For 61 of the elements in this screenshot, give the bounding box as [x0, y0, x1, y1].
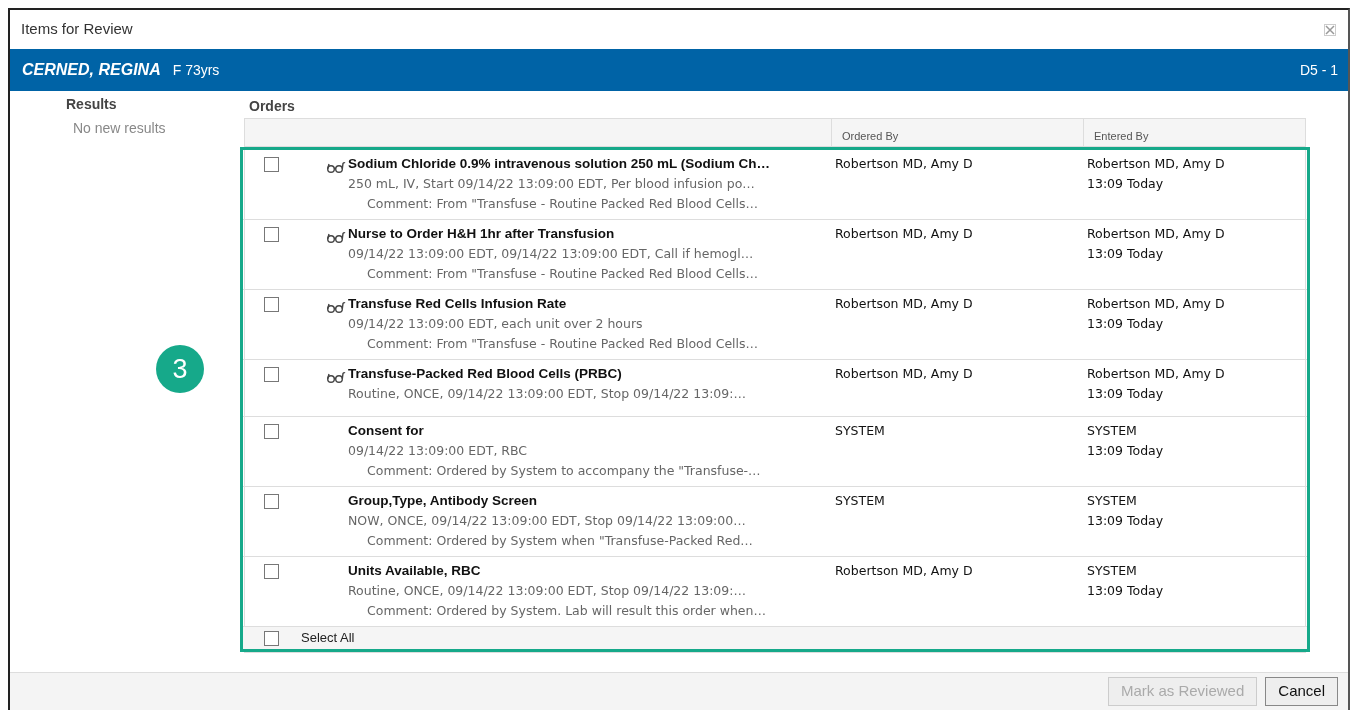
order-comment: Comment: From "Transfuse - Routine Packed Red Blood Cells…	[366, 265, 759, 283]
close-icon[interactable]	[1324, 23, 1336, 36]
checkbox[interactable]	[264, 424, 279, 439]
table-cell-text: SYSTEM	[835, 492, 886, 510]
checkbox[interactable]	[264, 297, 279, 312]
checkbox[interactable]	[264, 564, 279, 579]
order-title: Nurse to Order H&H 1hr after Transfusion	[348, 225, 616, 243]
table-cell-text: SYSTEM	[835, 422, 886, 440]
table-cell-text: 13:09 Today	[1087, 245, 1165, 263]
footer-button[interactable]: Cancel	[1265, 677, 1338, 706]
order-comment: Comment: From "Transfuse - Routine Packed Red Blood Cells…	[366, 335, 759, 353]
order-comment: Comment: Ordered by System. Lab will result this order when…	[366, 602, 766, 620]
select-all-label[interactable]: Select All	[301, 628, 355, 648]
order-details: 09/14/22 13:09:00 EDT, 09/14/22 13:09:00 EDT, Call if hemogl…	[348, 245, 755, 263]
order-title: Transfuse Red Cells Infusion Rate	[348, 295, 568, 313]
order-details: 09/14/22 13:09:00 EDT, each unit over 2 hours	[348, 315, 644, 333]
table-cell-text: Robertson MD, Amy D	[1087, 365, 1226, 383]
order-details: 09/14/22 13:09:00 EDT, RBC	[348, 442, 529, 460]
order-details: Routine, ONCE, 09/14/22 13:09:00 EDT, Stop 09/14/22 13:09:…	[348, 582, 747, 600]
table-cell-text: Robertson MD, Amy D	[835, 562, 974, 580]
table-cell-text: Robertson MD, Amy D	[835, 225, 974, 243]
orders-heading: Orders	[249, 98, 295, 114]
order-comment: Comment: Ordered by System to accompany the "Transfuse-…	[366, 462, 761, 480]
select-all-checkbox[interactable]	[264, 630, 279, 646]
table-cell-text: 13:09 Today	[1087, 582, 1165, 600]
table-cell-text: Robertson MD, Amy D	[1087, 225, 1226, 243]
order-details: Routine, ONCE, 09/14/22 13:09:00 EDT, Stop 09/14/22 13:09:…	[348, 385, 746, 403]
table-cell-text: SYSTEM	[1087, 422, 1138, 440]
order-title: Units Available, RBC	[348, 562, 482, 580]
patient-location: D5 - 1	[1299, 60, 1338, 80]
order-title: Consent for	[348, 422, 425, 440]
column-header: Entered By	[1083, 119, 1305, 146]
patient-name: CERNED, REGINA	[22, 60, 161, 80]
table-cell-text: 13:09 Today	[1087, 385, 1165, 403]
order-title: Sodium Chloride 0.9% intravenous solution 250 mL (Sodium Ch…	[348, 155, 771, 173]
table-cell-text: Robertson MD, Amy D	[835, 365, 974, 383]
table-cell-text: 13:09 Today	[1087, 175, 1165, 193]
table-cell-text: 13:09 Today	[1087, 442, 1165, 460]
table-cell-text: 13:09 Today	[1087, 315, 1165, 333]
table-cell-text: Robertson MD, Amy D	[835, 155, 974, 173]
table-cell-text: 13:09 Today	[1087, 512, 1165, 530]
table-cell-text: SYSTEM	[1087, 492, 1138, 510]
patient-info: F 73yrs	[172, 60, 220, 80]
order-comment: Comment: From "Transfuse - Routine Packed Red Blood Cells…	[366, 195, 760, 213]
checkbox[interactable]	[264, 367, 279, 382]
table-cell-text: SYSTEM	[1087, 562, 1138, 580]
column-header: Ordered By	[831, 119, 1083, 146]
checkbox[interactable]	[264, 227, 279, 242]
order-title: Group,Type, Antibody Screen	[348, 492, 539, 510]
order-comment: Comment: Ordered by System when "Transfuse-Packed Red…	[366, 532, 753, 550]
checkbox[interactable]	[264, 494, 279, 509]
order-title: Transfuse-Packed Red Blood Cells (PRBC)	[348, 365, 623, 383]
window-title: Items for Review	[21, 19, 133, 40]
empty-results-text: No new results	[72, 119, 167, 138]
order-details: NOW, ONCE, 09/14/22 13:09:00 EDT, Stop 09/14/22 13:09:00…	[348, 512, 747, 530]
table-cell-text: Robertson MD, Amy D	[835, 295, 974, 313]
table-cell-text: Robertson MD, Amy D	[1087, 155, 1226, 173]
checkbox[interactable]	[264, 157, 279, 172]
results-heading: Results	[66, 95, 118, 114]
table-cell-text: Robertson MD, Amy D	[1087, 295, 1226, 313]
order-details: 250 mL, IV, Start 09/14/22 13:09:00 EDT, Per blood infusion po…	[348, 175, 756, 193]
